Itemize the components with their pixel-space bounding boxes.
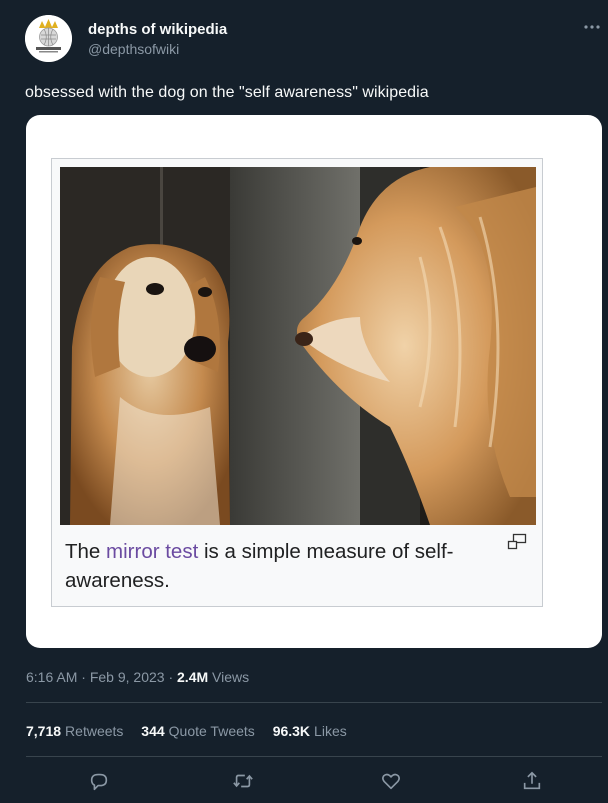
like-icon[interactable]	[380, 770, 402, 792]
views-label: Views	[212, 669, 250, 685]
tweet-meta: 6:16 AM · Feb 9, 2023 · 2.4M Views	[26, 669, 249, 685]
wikipedia-caption: The mirror test is a simple measure of s…	[65, 537, 485, 595]
reply-icon[interactable]	[88, 770, 110, 792]
retweets-label: Retweets	[65, 723, 124, 739]
quote-tweets-label: Quote Tweets	[168, 723, 255, 739]
share-icon[interactable]	[521, 770, 543, 792]
retweet-icon[interactable]	[232, 770, 254, 792]
tweet: depths of wikipedia @depthsofwiki obsess…	[0, 0, 608, 803]
dog-looking-in-mirror-icon	[60, 167, 536, 525]
tweet-media[interactable]: The mirror test is a simple measure of s…	[26, 115, 602, 648]
caption-prefix: The	[65, 540, 107, 563]
tweet-time[interactable]: 6:16 AM	[26, 669, 77, 685]
wikipedia-globe-logo-icon	[25, 15, 72, 62]
retweets-count: 7,718	[26, 723, 62, 739]
dog-mirror-photo	[60, 167, 536, 525]
quote-tweets-stat[interactable]: 344 Quote Tweets	[141, 723, 255, 739]
mirror-test-link[interactable]: mirror test	[106, 540, 198, 563]
enlarge-icon[interactable]	[507, 533, 527, 551]
divider	[26, 702, 602, 703]
author-handle[interactable]: @depthsofwiki	[88, 41, 179, 57]
divider	[26, 756, 602, 757]
author-name[interactable]: depths of wikipedia	[88, 21, 227, 38]
tweet-text: obsessed with the dog on the "self aware…	[25, 84, 429, 101]
meta-separator: ·	[164, 669, 178, 685]
author-avatar[interactable]	[25, 15, 72, 62]
retweets-stat[interactable]: 7,718 Retweets	[26, 723, 123, 739]
likes-count: 96.3K	[272, 723, 311, 739]
meta-separator: ·	[77, 669, 90, 685]
engagement-stats: 7,718 Retweets 344 Quote Tweets 96.3K Likes	[26, 723, 361, 739]
quote-tweets-count: 344	[141, 723, 165, 739]
wikipedia-image-frame: The mirror test is a simple measure of s…	[51, 158, 543, 607]
views-count: 2.4M	[177, 669, 209, 685]
tweet-date[interactable]: Feb 9, 2023	[90, 669, 165, 685]
likes-stat[interactable]: 96.3K Likes	[273, 723, 347, 739]
more-options-icon[interactable]	[583, 22, 601, 32]
likes-label: Likes	[314, 723, 347, 739]
